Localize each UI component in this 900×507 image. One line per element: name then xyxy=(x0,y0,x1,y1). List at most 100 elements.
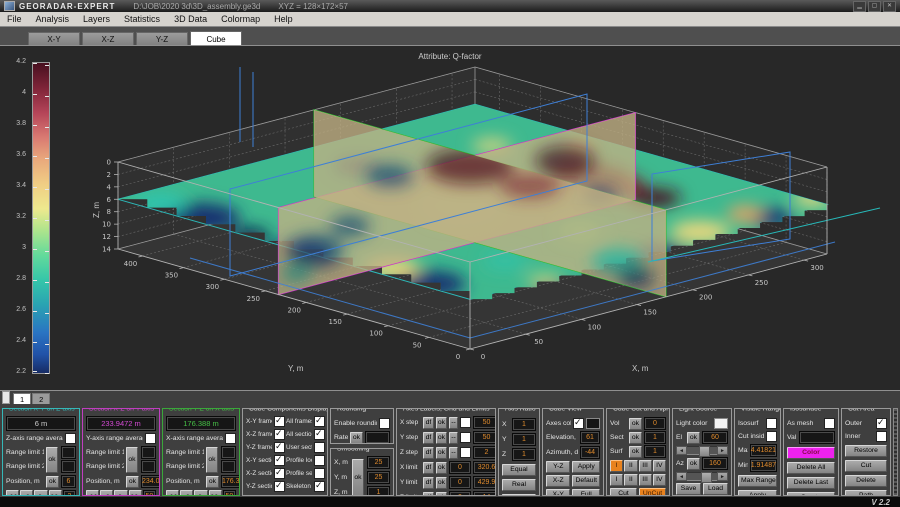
min-field[interactable]: 1.91487 xyxy=(750,459,777,472)
step-last-button[interactable]: >> xyxy=(209,490,222,496)
smooth-z-field[interactable]: 1 xyxy=(367,486,390,496)
y-limit-default-button[interactable]: df xyxy=(423,477,434,489)
z-step-checkbox[interactable] xyxy=(460,447,471,458)
profile-location-checkbox[interactable] xyxy=(314,455,325,466)
menu-help[interactable]: Help xyxy=(267,14,300,24)
range-ok-button[interactable]: ok xyxy=(126,447,138,473)
position-ok-button[interactable]: ok xyxy=(126,476,139,488)
slider-thumb[interactable] xyxy=(699,446,710,457)
rate-ok-button[interactable]: ok xyxy=(350,432,363,444)
close-icon[interactable]: ✕ xyxy=(883,1,896,12)
cube-3d-scene[interactable]: 0501001502002503003504000501001502002503… xyxy=(0,46,900,392)
x-step-dash-button[interactable]: -- xyxy=(449,417,458,429)
az-ok-button[interactable]: ok xyxy=(687,458,700,470)
z-limit-max-field[interactable]: 14 xyxy=(473,491,496,496)
elevation-field[interactable]: 61 xyxy=(580,431,600,444)
step-forward-button[interactable]: > xyxy=(114,490,127,496)
menu-analysis[interactable]: Analysis xyxy=(29,14,77,24)
x-avg-checkbox[interactable] xyxy=(225,433,236,444)
step-field[interactable]: 50 xyxy=(223,490,236,496)
yz-frame-checkbox[interactable] xyxy=(274,442,285,453)
x-limit-min-field[interactable]: 0 xyxy=(449,461,471,474)
step-back-button[interactable]: < xyxy=(100,490,113,496)
az-field[interactable]: 160 xyxy=(702,457,728,470)
z-limit-min-field[interactable]: 0 xyxy=(449,491,471,496)
menu-layers[interactable]: Layers xyxy=(76,14,117,24)
isosurf-checkbox[interactable] xyxy=(766,418,777,429)
z-step-ok-button[interactable]: ok xyxy=(436,447,447,459)
ratio-x-field[interactable]: 1 xyxy=(512,418,536,431)
z-limit-ok-button[interactable]: ok xyxy=(436,492,447,497)
iso-create-button[interactable]: Create xyxy=(787,492,835,496)
val-field[interactable] xyxy=(799,431,835,444)
position-field[interactable]: 6 xyxy=(61,475,76,488)
view-yz-button[interactable]: Y-Z xyxy=(546,461,570,473)
area-cut-button[interactable]: Cut xyxy=(845,460,887,472)
alpha-ii-button[interactable]: II xyxy=(624,460,637,472)
view-apply-button[interactable]: Apply xyxy=(572,461,600,473)
panel-tab-1[interactable]: 1 xyxy=(13,393,31,404)
area-path-button[interactable]: Path xyxy=(845,490,887,496)
step-first-button[interactable]: << xyxy=(6,490,19,496)
x-step-default-button[interactable]: df xyxy=(423,417,434,429)
range-limit1-field[interactable] xyxy=(141,446,156,459)
tab-cube[interactable]: Cube xyxy=(190,31,242,45)
y-step-field[interactable]: 50 xyxy=(473,431,496,444)
sect-ok-button[interactable]: ok xyxy=(629,432,642,444)
slider-left-icon[interactable]: ◄ xyxy=(676,472,687,481)
outer-checkbox[interactable] xyxy=(876,418,887,429)
tab-xy[interactable]: X-Y xyxy=(28,32,80,45)
z-step-dash-button[interactable]: -- xyxy=(449,447,458,459)
surf-field[interactable]: 1 xyxy=(644,445,666,458)
cut-iv-button[interactable]: IV xyxy=(653,474,666,486)
x-limit-ok-button[interactable]: ok xyxy=(436,462,447,474)
cut-button[interactable]: Cut xyxy=(610,488,637,496)
step-field[interactable]: 2 xyxy=(63,490,76,496)
all-sections-checkbox[interactable] xyxy=(314,429,325,440)
view-full-button[interactable]: Full xyxy=(572,489,600,496)
maximize-icon[interactable]: ▢ xyxy=(868,1,881,12)
step-forward-button[interactable]: > xyxy=(194,490,207,496)
position-ok-button[interactable]: ok xyxy=(206,476,219,488)
range-ok-button[interactable]: ok xyxy=(206,447,218,473)
uncut-button[interactable]: UnCut xyxy=(639,488,666,496)
azimuth-slider[interactable]: ◄► xyxy=(676,472,728,481)
skeleton-checkbox[interactable] xyxy=(314,481,325,492)
z-step-default-button[interactable]: df xyxy=(423,447,434,459)
position-field[interactable]: 234.026 xyxy=(141,475,160,488)
step-first-button[interactable]: << xyxy=(86,490,99,496)
y-limit-min-field[interactable]: 0 xyxy=(449,476,471,489)
smooth-x-field[interactable]: 25 xyxy=(367,456,390,469)
rate-field[interactable] xyxy=(365,431,390,444)
menu-statistics[interactable]: Statistics xyxy=(117,14,167,24)
slider-left-icon[interactable]: ◄ xyxy=(676,446,687,455)
alpha-iv-button[interactable]: IV xyxy=(653,460,666,472)
y-limit-ok-button[interactable]: ok xyxy=(436,477,447,489)
enable-rounding-checkbox[interactable] xyxy=(379,418,390,429)
position-field[interactable]: 176.388 xyxy=(221,475,240,488)
cut-i-button[interactable]: I xyxy=(610,474,623,486)
tab-xz[interactable]: X-Z xyxy=(82,32,134,45)
y-step-dash-button[interactable]: -- xyxy=(449,432,458,444)
surf-ok-button[interactable]: ok xyxy=(629,446,642,458)
y-limit-max-field[interactable]: 429.9 xyxy=(473,476,496,489)
area-delete-button[interactable]: Delete xyxy=(845,475,887,487)
tab-yz[interactable]: Y-Z xyxy=(136,32,188,45)
x-limit-default-button[interactable]: df xyxy=(423,462,434,474)
xz-frame-checkbox[interactable] xyxy=(274,429,285,440)
equal-button[interactable]: Equal xyxy=(502,464,536,476)
y-avg-checkbox[interactable] xyxy=(145,433,156,444)
panel-resize-grip[interactable] xyxy=(893,408,898,496)
light-load-button[interactable]: Load xyxy=(703,483,728,495)
ratio-y-field[interactable]: 1 xyxy=(512,433,536,446)
menu-3d-data[interactable]: 3D Data xyxy=(167,14,214,24)
y-step-checkbox[interactable] xyxy=(460,432,471,443)
slider-right-icon[interactable]: ► xyxy=(717,472,728,481)
z-step-field[interactable]: 2 xyxy=(473,446,496,459)
azimuth-field[interactable]: -44 xyxy=(580,446,600,459)
x-limit-max-field[interactable]: 320.6 xyxy=(473,461,496,474)
cut-ii-button[interactable]: II xyxy=(624,474,637,486)
view-xy-button[interactable]: X-Y xyxy=(546,489,570,496)
light-color-swatch[interactable] xyxy=(714,418,728,429)
cut-iii-button[interactable]: III xyxy=(639,474,652,486)
